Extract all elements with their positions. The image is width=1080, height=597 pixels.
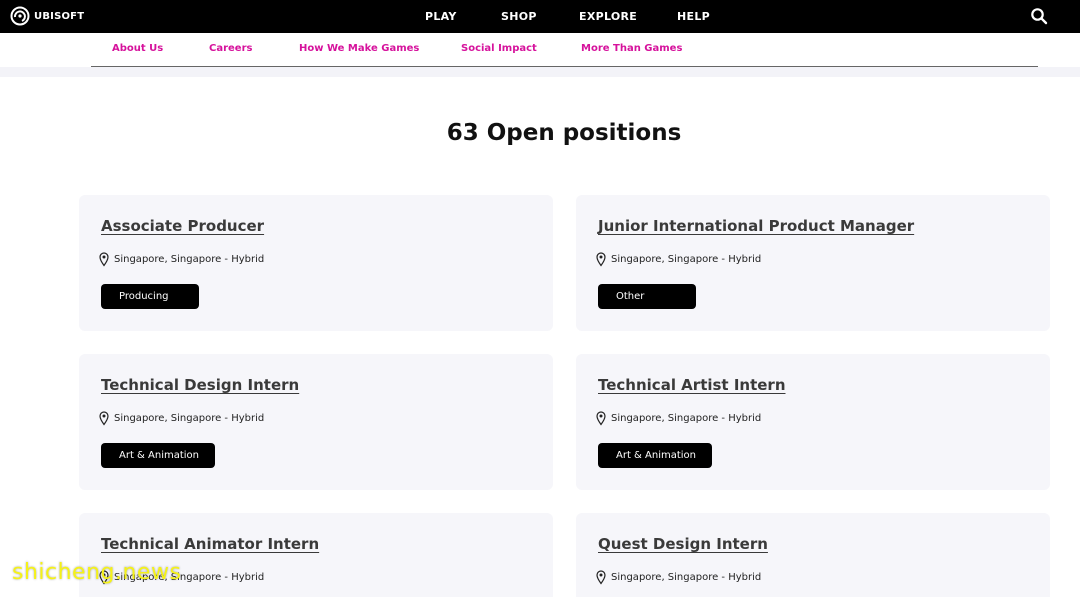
- job-title-link[interactable]: Technical Design Intern: [101, 376, 299, 394]
- job-location-text: Singapore, Singapore - Hybrid: [611, 254, 762, 265]
- job-location-text: Singapore, Singapore - Hybrid: [114, 254, 265, 265]
- location-pin-icon: [596, 570, 606, 585]
- job-location-text: Singapore, Singapore - Hybrid: [114, 413, 265, 424]
- top-navigation-bar: UBISOFT PLAY SHOP EXPLORE HELP: [0, 0, 1080, 33]
- job-card[interactable]: Junior International Product Manager Sin…: [576, 195, 1050, 331]
- job-location: Singapore, Singapore - Hybrid: [596, 252, 761, 267]
- subnav-social-impact[interactable]: Social Impact: [461, 43, 537, 54]
- watermark-text: shicheng.news: [12, 560, 182, 585]
- nav-help[interactable]: HELP: [677, 10, 710, 23]
- subnav-more-than-games[interactable]: More Than Games: [581, 43, 682, 54]
- ubisoft-swirl-icon: [10, 6, 30, 26]
- location-pin-icon: [596, 252, 606, 267]
- job-card[interactable]: Technical Artist Intern Singapore, Singa…: [576, 354, 1050, 490]
- job-card[interactable]: Technical Design Intern Singapore, Singa…: [79, 354, 553, 490]
- job-location-text: Singapore, Singapore - Hybrid: [611, 572, 762, 583]
- job-title-link[interactable]: Technical Animator Intern: [101, 535, 319, 553]
- job-location-text: Singapore, Singapore - Hybrid: [611, 413, 762, 424]
- subnav-careers[interactable]: Careers: [209, 43, 252, 54]
- job-category-tag[interactable]: Producing: [101, 284, 199, 309]
- job-title-link[interactable]: Quest Design Intern: [598, 535, 768, 553]
- job-location: Singapore, Singapore - Hybrid: [99, 252, 264, 267]
- job-location: Singapore, Singapore - Hybrid: [596, 411, 761, 426]
- job-category-tag[interactable]: Other: [598, 284, 696, 309]
- nav-play[interactable]: PLAY: [425, 10, 457, 23]
- job-card[interactable]: Associate Producer Singapore, Singapore …: [79, 195, 553, 331]
- search-icon[interactable]: [1030, 7, 1048, 25]
- location-pin-icon: [99, 252, 109, 267]
- open-positions-heading: 63 Open positions: [446, 120, 682, 146]
- subnav-how-we-make-games[interactable]: How We Make Games: [299, 43, 419, 54]
- job-title-link[interactable]: Associate Producer: [101, 217, 264, 235]
- job-title-link[interactable]: Junior International Product Manager: [598, 217, 914, 235]
- secondary-nav: About Us Careers How We Make Games Socia…: [91, 33, 1038, 67]
- job-location: Singapore, Singapore - Hybrid: [596, 570, 761, 585]
- job-category-tag[interactable]: Art & Animation: [598, 443, 712, 468]
- nav-shop[interactable]: SHOP: [501, 10, 537, 23]
- ubisoft-logo[interactable]: UBISOFT: [10, 6, 84, 26]
- job-location: Singapore, Singapore - Hybrid: [99, 411, 264, 426]
- location-pin-icon: [99, 411, 109, 426]
- nav-explore[interactable]: EXPLORE: [579, 10, 637, 23]
- header-divider-band: [0, 67, 1080, 77]
- location-pin-icon: [596, 411, 606, 426]
- job-card[interactable]: Quest Design Intern Singapore, Singapore…: [576, 513, 1050, 597]
- subnav-about-us[interactable]: About Us: [112, 43, 163, 54]
- job-title-link[interactable]: Technical Artist Intern: [598, 376, 786, 394]
- brand-name: UBISOFT: [34, 10, 85, 22]
- job-category-tag[interactable]: Art & Animation: [101, 443, 215, 468]
